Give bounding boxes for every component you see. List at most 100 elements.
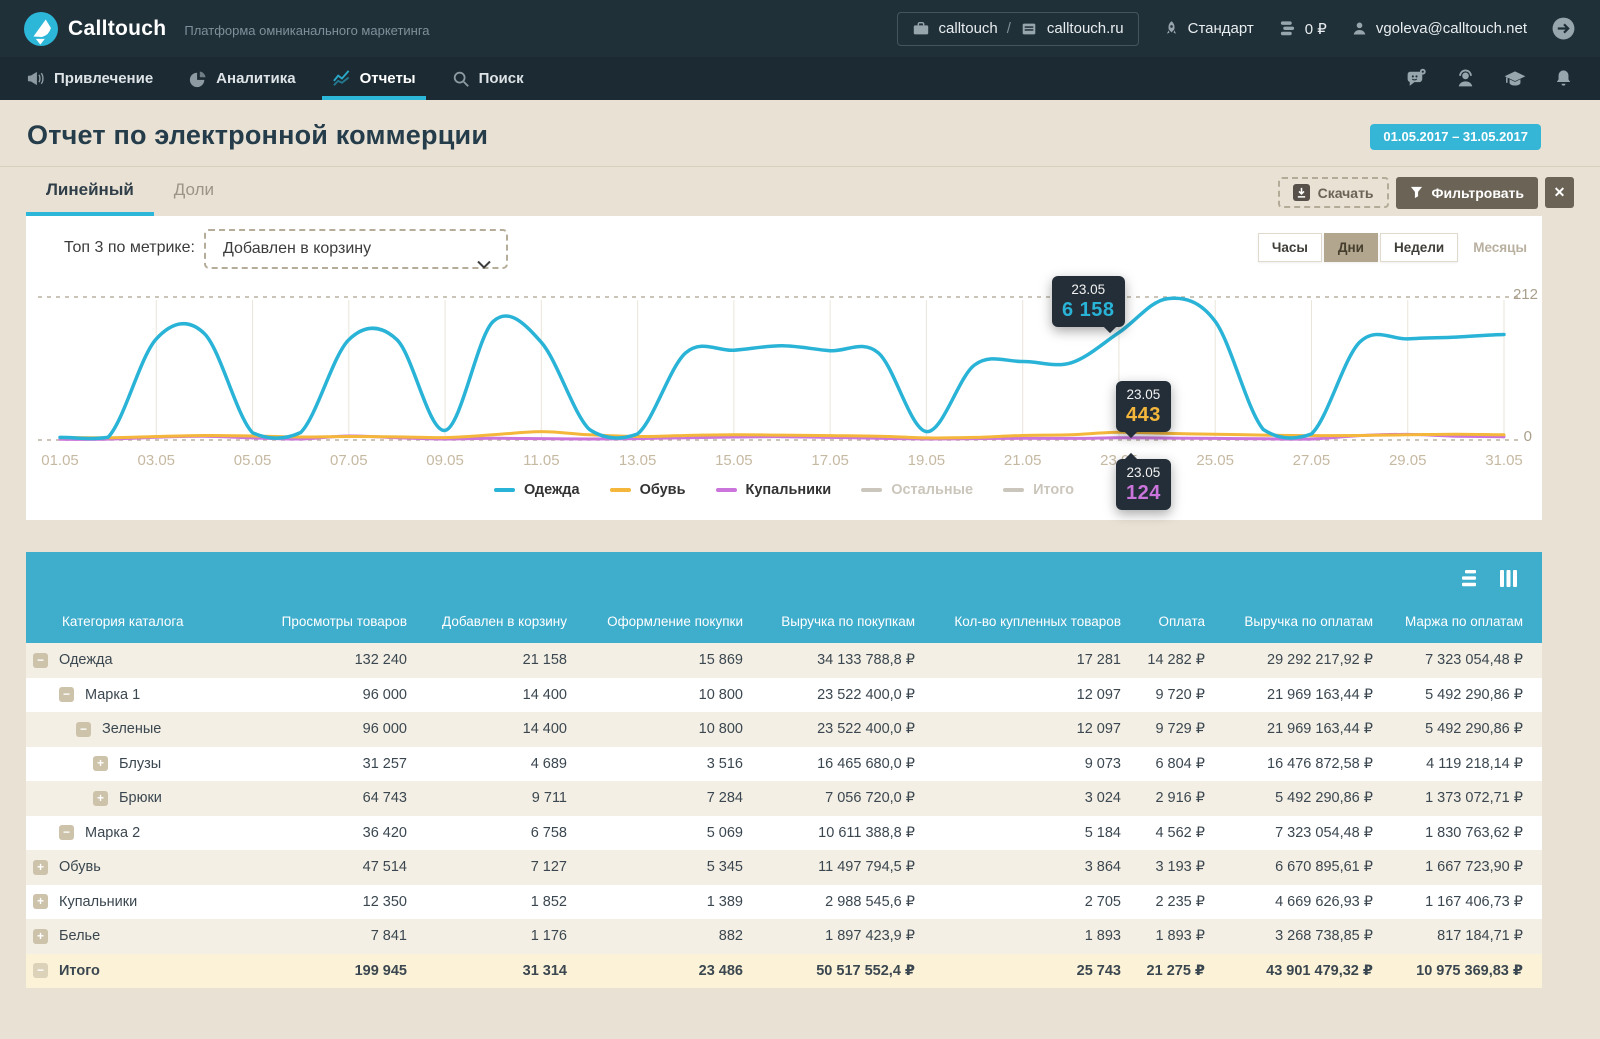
legend-item-obuv[interactable]: Обувь — [610, 482, 686, 498]
table-row: +Брюки64 7439 7117 2847 056 720,0 ₽3 024… — [26, 781, 1542, 816]
filter-button[interactable]: Фильтровать — [1396, 177, 1538, 209]
column-header[interactable]: Оформление покупки — [586, 614, 762, 629]
row-density-icon[interactable] — [1460, 569, 1480, 588]
table-row: −Марка 236 4206 7585 06910 611 388,8 ₽5 … — [26, 816, 1542, 851]
expand-icon[interactable]: + — [33, 894, 48, 909]
metric-select[interactable]: Добавлен в корзину — [204, 229, 508, 269]
filter-label: Фильтровать — [1432, 185, 1524, 201]
legend-label: Купальники — [746, 482, 832, 498]
account-switcher[interactable]: calltouch / calltouch.ru — [897, 12, 1139, 46]
collapse-icon[interactable]: − — [59, 687, 74, 702]
y-axis-min-label: 0 — [1524, 428, 1532, 445]
nav-label: Привлечение — [54, 70, 153, 87]
legend-item-itogo[interactable]: Итого — [1003, 482, 1074, 498]
collapse-icon[interactable]: − — [76, 722, 91, 737]
category-cell: −Итого — [26, 963, 276, 979]
rocket-icon — [1163, 20, 1180, 37]
balance[interactable]: 0 ₽ — [1278, 20, 1327, 38]
legend-item-ostalnye[interactable]: Остальные — [861, 482, 973, 498]
value-cell: 132 240 — [276, 652, 426, 668]
close-filter-button[interactable]: ✕ — [1545, 177, 1574, 208]
nav-item-analytics[interactable]: Аналитика — [189, 57, 295, 100]
value-cell: 21 969 163,44 ₽ — [1224, 721, 1392, 737]
support-icon[interactable] — [1454, 67, 1477, 90]
category-label: Итого — [59, 963, 100, 979]
value-cell: 36 420 — [276, 825, 426, 841]
column-header[interactable]: Кол-во купленных товаров — [934, 614, 1140, 629]
granularity-switch: Часы Дни Недели Месяцы — [1258, 233, 1540, 262]
legend-swatch — [610, 488, 631, 492]
nav-item-reports[interactable]: Отчеты — [332, 57, 416, 100]
expand-icon[interactable]: + — [93, 791, 108, 806]
balance-value: 0 ₽ — [1305, 20, 1327, 38]
table-row: +Купальники12 3501 8521 3892 988 545,6 ₽… — [26, 885, 1542, 920]
collapse-icon[interactable]: − — [33, 963, 48, 978]
granularity-months[interactable]: Месяцы — [1460, 234, 1540, 261]
value-cell: 1 176 — [426, 928, 586, 944]
granularity-hours[interactable]: Часы — [1258, 233, 1322, 262]
tooltip-date: 23.05 — [1062, 282, 1115, 297]
report-page: Отчет по электронной коммерции 01.05.201… — [0, 100, 1600, 1039]
nav-item-search[interactable]: Поиск — [452, 57, 524, 100]
legend-label: Итого — [1033, 482, 1074, 498]
tab-linear[interactable]: Линейный — [26, 180, 154, 216]
value-cell: 23 522 400,0 ₽ — [762, 687, 934, 703]
column-header[interactable]: Просмотры товаров — [276, 614, 426, 629]
megaphone-icon — [26, 69, 45, 88]
download-button[interactable]: Скачать — [1278, 177, 1389, 208]
value-cell: 14 282 ₽ — [1140, 652, 1224, 668]
value-cell: 1 897 423,9 ₽ — [762, 928, 934, 944]
collapse-icon[interactable]: − — [59, 825, 74, 840]
value-cell: 5 069 — [586, 825, 762, 841]
collapse-icon[interactable]: − — [33, 653, 48, 668]
value-cell: 16 476 872,58 ₽ — [1224, 756, 1392, 772]
nav-item-attraction[interactable]: Привлечение — [26, 57, 153, 100]
value-cell: 3 193 ₽ — [1140, 859, 1224, 875]
plan-menu[interactable]: Стандарт — [1163, 20, 1254, 37]
granularity-weeks[interactable]: Недели — [1380, 233, 1458, 262]
plan-label: Стандарт — [1188, 20, 1254, 37]
expand-icon[interactable]: + — [33, 929, 48, 944]
feedback-icon[interactable] — [1405, 67, 1428, 90]
value-cell: 3 024 — [934, 790, 1140, 806]
nav-label: Аналитика — [216, 70, 295, 87]
value-cell: 1 389 — [586, 894, 762, 910]
column-header[interactable]: Выручка по оплатам — [1224, 614, 1392, 629]
value-cell: 9 073 — [934, 756, 1140, 772]
column-header[interactable]: Категория каталога — [26, 614, 276, 629]
value-cell: 4 669 626,93 ₽ — [1224, 894, 1392, 910]
expand-icon[interactable]: + — [93, 756, 108, 771]
value-cell: 15 869 — [586, 652, 762, 668]
category-cell: −Марка 2 — [26, 825, 276, 841]
x-axis-label: 09.05 — [426, 452, 464, 469]
logout-icon[interactable] — [1551, 16, 1576, 41]
columns-icon[interactable] — [1499, 569, 1518, 588]
metric-select-value: Добавлен в корзину — [223, 240, 371, 257]
chart-card: Топ 3 по метрике: Добавлен в корзину Час… — [26, 216, 1542, 520]
value-cell: 4 119 218,14 ₽ — [1392, 756, 1542, 772]
legend-item-odezhda[interactable]: Одежда — [494, 482, 580, 498]
table-row: −Итого199 94531 31423 48650 517 552,4 ₽2… — [26, 954, 1542, 989]
granularity-days[interactable]: Дни — [1324, 233, 1378, 262]
tab-shares[interactable]: Доли — [154, 180, 234, 216]
user-icon — [1351, 20, 1368, 37]
value-cell: 2 988 545,6 ₽ — [762, 894, 934, 910]
user-menu[interactable]: vgoleva@calltouch.net — [1351, 20, 1527, 37]
funnel-icon — [1410, 186, 1423, 199]
value-cell: 7 323 054,48 ₽ — [1392, 652, 1542, 668]
legend-item-kupalniki[interactable]: Купальники — [716, 482, 832, 498]
expand-icon[interactable]: + — [33, 860, 48, 875]
table-row: +Блузы31 2574 6893 51616 465 680,0 ₽9 07… — [26, 747, 1542, 782]
value-cell: 7 323 054,48 ₽ — [1224, 825, 1392, 841]
date-range-badge[interactable]: 01.05.2017 – 31.05.2017 — [1370, 124, 1541, 150]
notifications-bell-icon[interactable] — [1553, 68, 1574, 89]
value-cell: 2 235 ₽ — [1140, 894, 1224, 910]
column-header[interactable]: Выручка по покупкам — [762, 614, 934, 629]
value-cell: 43 901 479,32 ₽ — [1224, 963, 1392, 979]
search-icon — [452, 70, 470, 88]
column-header[interactable]: Маржа по оплатам — [1392, 614, 1542, 629]
column-header[interactable]: Добавлен в корзину — [426, 614, 586, 629]
value-cell: 23 522 400,0 ₽ — [762, 721, 934, 737]
education-icon[interactable] — [1503, 67, 1527, 91]
column-header[interactable]: Оплата — [1140, 614, 1224, 629]
